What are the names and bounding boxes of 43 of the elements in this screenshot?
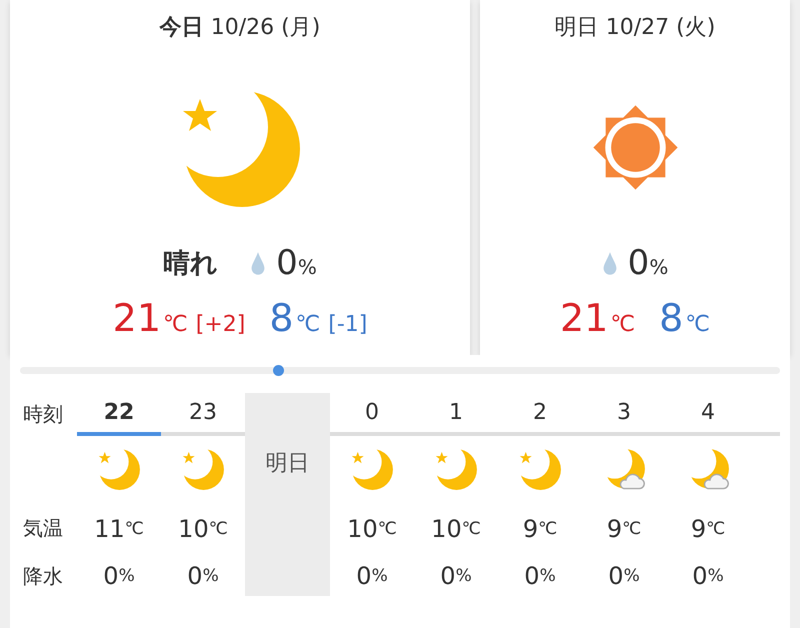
hour-precip: 0% <box>355 561 389 592</box>
raindrop-icon <box>250 250 266 276</box>
hour-tab[interactable]: 0 <box>330 393 414 436</box>
low-temp: 8 <box>659 296 684 340</box>
hour-temp: 9℃ <box>522 514 558 544</box>
date-heading: 明日 10/27 (火) <box>554 14 716 42</box>
date-heading: 今日 10/26 (月) <box>160 14 320 42</box>
slider-thumb[interactable] <box>273 365 284 376</box>
temp-diff: [-1] <box>328 312 368 337</box>
high-temp: 21 <box>112 296 161 340</box>
hour-precip: 0% <box>607 561 641 592</box>
temp-unit: ℃ <box>296 312 320 337</box>
row-label: 時刻 <box>22 401 64 428</box>
hour-temp: 10℃ <box>346 514 398 544</box>
hour-precip: 0% <box>186 561 220 592</box>
slider-track[interactable] <box>20 367 780 374</box>
temp-diff: [+2] <box>196 312 246 337</box>
temp-unit: ℃ <box>685 312 710 337</box>
weather-label: 晴れ <box>163 247 218 281</box>
hour-tab[interactable]: 3 <box>582 393 666 436</box>
hour-temp: 9℃ <box>606 514 642 544</box>
hour-temp: 10℃ <box>177 514 229 544</box>
temp-unit: ℃ <box>163 312 188 337</box>
hour-tab[interactable]: 2 <box>498 393 582 436</box>
hour-precip: 0% <box>691 561 725 592</box>
row-label: 気温 <box>22 515 64 542</box>
row-label: 降水 <box>22 562 64 590</box>
rain-chance: 0% <box>276 243 317 283</box>
hour-precip: 0% <box>439 561 473 592</box>
hour-precip: 0% <box>102 561 136 592</box>
hour-precip: 0% <box>523 561 557 592</box>
hour-temp: 10℃ <box>430 514 482 544</box>
hour-temp: 11℃ <box>93 514 145 544</box>
hour-temp: 9℃ <box>690 514 726 544</box>
hour-tab[interactable]: 1 <box>414 393 498 436</box>
hour-tab[interactable]: 4 <box>666 393 750 436</box>
raindrop-icon <box>602 250 618 276</box>
low-temp: 8 <box>269 296 294 340</box>
rain-chance: 0% <box>628 243 668 283</box>
high-temp: 21 <box>560 296 608 340</box>
temp-unit: ℃ <box>610 312 636 337</box>
hour-tab[interactable]: 22 <box>77 393 161 436</box>
day-break-label: 明日 <box>245 393 330 596</box>
